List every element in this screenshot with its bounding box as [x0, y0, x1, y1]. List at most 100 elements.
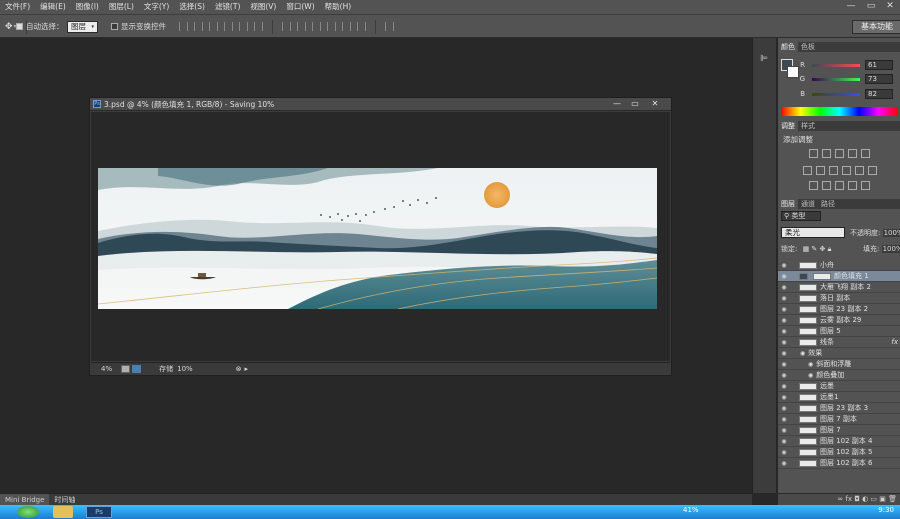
tab-color[interactable]: 颜色 [778, 42, 798, 52]
zoom-level[interactable]: 4% [101, 365, 112, 373]
layer-row[interactable]: ◉ 图层 23 副本 2 [778, 304, 900, 315]
distribute-top-icon[interactable] [282, 22, 291, 31]
menu-item[interactable]: 帮助(H) [320, 0, 357, 14]
fx-icon[interactable]: fx [845, 495, 854, 503]
show-transform-checkbox[interactable]: 显示变换控件 [111, 15, 166, 38]
tab-mini-bridge[interactable]: Mini Bridge [0, 493, 50, 506]
green-slider[interactable]: G 73 [778, 73, 900, 85]
distribute-right-icon[interactable] [357, 22, 366, 31]
cancel-save-icon[interactable]: ⊗ [236, 365, 242, 373]
eye-icon[interactable]: ◉ [778, 262, 790, 269]
layer-filter-dropdown[interactable]: ⚲ 类型 [781, 211, 821, 221]
layer-row[interactable]: ◉ 图层 23 副本 3 [778, 403, 900, 414]
effect-visibility-icon[interactable]: ◉ [808, 361, 813, 368]
auto-select-check-icon[interactable] [16, 23, 23, 30]
fill-control[interactable]: 填充: 100% [863, 244, 900, 254]
align-bottom-icon[interactable] [209, 22, 218, 31]
eye-icon[interactable]: ◉ [778, 394, 790, 401]
photoshop-taskbar-icon[interactable]: Ps [86, 506, 112, 518]
tab-adjustments[interactable]: 调整 [778, 121, 798, 131]
eye-icon[interactable]: ◉ [778, 460, 790, 467]
layer-row[interactable]: ◉ 图层 7 副本 [778, 414, 900, 425]
blue-value[interactable]: 82 [865, 89, 893, 99]
distribute-bottom-icon[interactable] [312, 22, 321, 31]
menu-item[interactable]: 文件(F) [0, 0, 35, 14]
taskbar-clock[interactable]: 9:30 [878, 506, 894, 514]
hue-saturation-icon[interactable] [802, 166, 812, 175]
new-group-icon[interactable]: ▭ [870, 495, 879, 503]
distribute-left-icon[interactable] [327, 22, 336, 31]
black-white-icon[interactable] [828, 166, 838, 175]
explorer-taskbar-icon[interactable] [53, 506, 73, 518]
posterize-icon[interactable] [822, 181, 831, 190]
landscape-artwork[interactable] [98, 168, 657, 309]
color-spectrum-bar[interactable] [781, 107, 898, 116]
canvas-area[interactable] [91, 112, 670, 361]
layer-row[interactable]: ◉ 图层 102 副本 4 [778, 436, 900, 447]
workspace-switcher[interactable]: 基本功能 [852, 15, 900, 38]
align-top-icon[interactable] [179, 22, 188, 31]
new-layer-icon[interactable]: ▣ [879, 495, 888, 503]
auto-align-icon[interactable] [385, 22, 394, 31]
color-lookup-icon[interactable] [867, 166, 877, 175]
red-slider[interactable]: R 61 [778, 59, 900, 71]
color-balance-icon[interactable] [815, 166, 825, 175]
lock-pixels-icon[interactable]: ▦ ✎ ✥ 🔒︎ [803, 245, 832, 253]
red-track[interactable] [812, 63, 860, 67]
threshold-icon[interactable] [835, 181, 844, 190]
tab-paths[interactable]: 路径 [818, 199, 838, 209]
align-left-icon[interactable] [224, 22, 233, 31]
distribute-vcenter-icon[interactable] [297, 22, 306, 31]
eye-icon[interactable]: ◉ [778, 306, 790, 313]
layer-row[interactable]: ◉ 颜色填充 1 [778, 271, 900, 282]
layer-row[interactable]: ◉ 图层 102 副本 5 [778, 447, 900, 458]
eye-icon[interactable]: ◉ [778, 273, 790, 280]
move-tool-icon[interactable]: ✥▾ [5, 15, 17, 38]
menu-item[interactable]: 图像(I) [71, 0, 104, 14]
eye-icon[interactable]: ◉ [778, 361, 790, 368]
photo-filter-icon[interactable] [841, 166, 851, 175]
document-info-icon[interactable] [121, 364, 131, 373]
opacity-control[interactable]: 不透明度: 100% [850, 228, 900, 238]
brightness-icon[interactable] [809, 149, 818, 158]
status-menu-icon[interactable]: ▸ [245, 365, 249, 373]
eye-icon[interactable]: ◉ [778, 284, 790, 291]
blue-slider[interactable]: B 82 [778, 88, 900, 100]
document-titlebar[interactable]: Ps 3.psd @ 4% (颜色填充 1, RGB/8) - Saving 1… [90, 98, 671, 111]
layer-row[interactable]: ◉ 大雁飞翔 副本 2 [778, 282, 900, 293]
fill-value[interactable]: 100% [881, 245, 900, 253]
align-vcenter-icon[interactable] [194, 22, 203, 31]
invert-icon[interactable] [809, 181, 818, 190]
eye-icon[interactable]: ◉ [778, 438, 790, 445]
workspace-button[interactable]: 基本功能 [852, 19, 900, 34]
layer-row[interactable]: ◉ 云雾 副本 29 [778, 315, 900, 326]
layer-row[interactable]: ◉ 远墨1 [778, 392, 900, 403]
eye-icon[interactable]: ◉ [778, 295, 790, 302]
menu-item[interactable]: 窗口(W) [281, 0, 319, 14]
doc-restore-button[interactable]: ▭ [626, 98, 644, 110]
doc-close-button[interactable]: ✕ [646, 98, 664, 110]
layer-row[interactable]: ◉ 图层 5 [778, 326, 900, 337]
menu-item[interactable]: 滤镜(T) [210, 0, 245, 14]
eye-icon[interactable]: ◉ [778, 339, 790, 346]
layer-row[interactable]: ◉ 图层 7 [778, 425, 900, 436]
vibrance-icon[interactable] [861, 149, 870, 158]
curves-icon[interactable] [835, 149, 844, 158]
layer-row[interactable]: ◉ ◉ 颜色叠加 [778, 370, 900, 381]
eye-icon[interactable]: ◉ [778, 350, 790, 357]
align-right-icon[interactable] [254, 22, 263, 31]
tab-channels[interactable]: 通道 [798, 199, 818, 209]
green-value[interactable]: 73 [865, 74, 893, 84]
layer-row[interactable]: ◉ 线条 fx [778, 337, 900, 348]
eye-icon[interactable]: ◉ [778, 317, 790, 324]
green-track[interactable] [812, 77, 860, 81]
tab-styles[interactable]: 样式 [798, 121, 818, 131]
effect-visibility-icon[interactable]: ◉ [808, 372, 813, 379]
start-button[interactable] [17, 506, 39, 518]
channel-mixer-icon[interactable] [854, 166, 864, 175]
eye-icon[interactable]: ◉ [778, 383, 790, 390]
layer-row[interactable]: ◉ ◉ 斜面和浮雕 [778, 359, 900, 370]
eye-icon[interactable]: ◉ [778, 328, 790, 335]
add-mask-icon[interactable]: ◘ [854, 495, 862, 503]
menu-item[interactable]: 选择(S) [174, 0, 210, 14]
